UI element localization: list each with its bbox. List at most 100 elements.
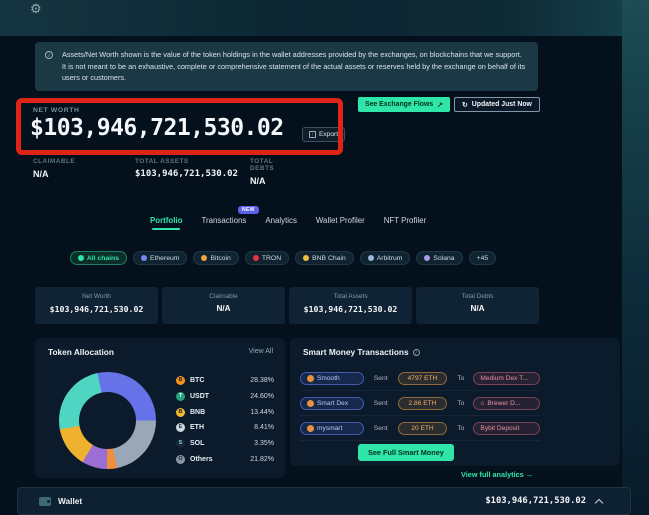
smart-money-title-text: Smart Money Transactions bbox=[303, 347, 409, 357]
chain-icon bbox=[78, 255, 84, 261]
coin-percent: 8.41% bbox=[254, 424, 274, 431]
chain-filter-bar: All chains Ethereum Bitcoin TRON BNB Cha… bbox=[0, 251, 566, 265]
coin-symbol: SOL bbox=[190, 440, 254, 447]
net-worth-value: $103,946,721,530.02 bbox=[30, 115, 284, 141]
chain-label: +45 bbox=[477, 255, 489, 262]
tab[interactable]: Transactions bbox=[201, 216, 246, 230]
chain-filter-pill[interactable]: Ethereum bbox=[133, 251, 187, 265]
legend-row[interactable]: E ETH 8.41% bbox=[176, 420, 274, 436]
see-exchange-flows-button[interactable]: See Exchange Flows ↗ bbox=[358, 97, 450, 112]
gear-icon[interactable]: ⚙ bbox=[30, 1, 42, 17]
chain-filter-pill[interactable]: Solana bbox=[416, 251, 462, 265]
export-label: Export bbox=[319, 131, 338, 138]
amount-tag[interactable]: 20 ETH bbox=[398, 422, 448, 435]
action-text: Sent bbox=[374, 425, 388, 432]
recipient-tag[interactable]: ⌂ Bybit Deposit bbox=[473, 422, 540, 435]
summary-card[interactable]: Net Worth $103,946,721,530.02 bbox=[35, 287, 158, 324]
legend-row[interactable]: S SOL 3.35% bbox=[176, 436, 274, 452]
stat-value: $103,946,721,530.02 bbox=[135, 169, 238, 179]
chain-filter-pill[interactable]: All chains bbox=[70, 251, 127, 265]
stat-label: TOTAL DEBTS bbox=[250, 158, 274, 172]
smart-money-panel: Smart Money Transactionsi Smooth Sent 47… bbox=[290, 338, 620, 466]
summary-card-label: Net Worth bbox=[35, 293, 158, 300]
sender-avatar bbox=[307, 425, 314, 432]
view-all-link[interactable]: View All bbox=[249, 348, 273, 355]
new-badge: NEW bbox=[238, 206, 259, 214]
coin-percent: 24.60% bbox=[250, 393, 274, 400]
sender-tag[interactable]: Smart Dex bbox=[300, 397, 364, 410]
action-text: Sent bbox=[374, 375, 388, 382]
smart-money-row: Smooth Sent 4797 ETH To ⌂ Medium Dex T..… bbox=[300, 366, 540, 391]
legend-row[interactable]: B BTC 28.38% bbox=[176, 373, 274, 389]
view-full-analytics-link[interactable]: View full analytics → bbox=[461, 470, 533, 479]
see-exchange-flows-label: See Exchange Flows bbox=[365, 101, 433, 108]
smart-money-row: Smart Dex Sent 2.86 ETH To ⌂ Brewer D... bbox=[300, 391, 540, 416]
token-allocation-panel: Token Allocation View All B BTC 28.38% T… bbox=[35, 338, 285, 478]
chain-filter-pill[interactable]: TRON bbox=[245, 251, 289, 265]
recipient-name: Medium Dex T... bbox=[480, 375, 528, 382]
legend-row[interactable]: B BNB 13.44% bbox=[176, 404, 274, 420]
sender-tag[interactable]: Smooth bbox=[300, 372, 364, 385]
refresh-button[interactable]: ↻ Updated Just Now bbox=[454, 97, 540, 112]
amount-tag[interactable]: 2.86 ETH bbox=[398, 397, 448, 410]
summary-card-value: N/A bbox=[416, 304, 539, 313]
recipient-tag[interactable]: ⌂ Medium Dex T... bbox=[473, 372, 540, 385]
token-allocation-legend: B BTC 28.38% T USDT 24.60% B BNB 13.44% … bbox=[176, 373, 274, 467]
sender-name: Smooth bbox=[317, 375, 340, 382]
chain-icon bbox=[303, 255, 309, 261]
tab[interactable]: Analytics bbox=[265, 216, 297, 230]
top-background-gradient bbox=[0, 0, 649, 36]
tab[interactable]: Wallet Profiler bbox=[316, 216, 365, 230]
chain-filter-pill[interactable]: +45 bbox=[469, 251, 497, 265]
chain-filter-pill[interactable]: Bitcoin bbox=[193, 251, 238, 265]
stat-label: CLAIMABLE bbox=[33, 158, 75, 165]
see-full-smart-money-button[interactable]: See Full Smart Money bbox=[358, 444, 454, 461]
info-icon: i bbox=[45, 51, 53, 59]
tab-bar: Portfolio Transactions Analytics Wallet Pro… bbox=[150, 216, 426, 230]
legend-row[interactable]: O Others 21.82% bbox=[176, 451, 274, 467]
chain-filter-pill[interactable]: Arbitrum bbox=[360, 251, 411, 265]
coin-symbol: USDT bbox=[190, 393, 250, 400]
tab[interactable]: Portfolio bbox=[150, 216, 182, 230]
summary-card[interactable]: Total Debts N/A bbox=[416, 287, 539, 324]
to-text: To bbox=[457, 425, 464, 432]
house-icon: ⌂ bbox=[480, 400, 484, 407]
sender-tag[interactable]: mysmart bbox=[300, 422, 364, 435]
coin-icon: T bbox=[176, 392, 185, 401]
recipient-name: Brewer D... bbox=[487, 400, 520, 407]
stat-value: N/A bbox=[33, 169, 75, 179]
summary-card[interactable]: Claimable N/A bbox=[162, 287, 285, 324]
export-button[interactable]: ↑ Export bbox=[302, 127, 345, 142]
chain-label: All chains bbox=[87, 255, 119, 262]
header-stat: TOTAL DEBTS N/A bbox=[250, 158, 274, 186]
external-link-icon: ↗ bbox=[437, 101, 443, 109]
to-text: To bbox=[457, 375, 464, 382]
net-worth-label: NET WORTH bbox=[33, 107, 80, 114]
chevron-up-icon[interactable] bbox=[595, 498, 603, 506]
chain-filter-pill[interactable]: BNB Chain bbox=[295, 251, 354, 265]
recipient-name: Bybit Deposit bbox=[480, 425, 519, 432]
chain-icon bbox=[253, 255, 259, 261]
summary-card-value: $103,946,721,530.02 bbox=[289, 304, 412, 314]
coin-icon: E bbox=[176, 423, 185, 432]
token-allocation-donut-chart bbox=[59, 372, 156, 469]
header-stat: TOTAL ASSETS $103,946,721,530.02 bbox=[135, 158, 238, 179]
summary-card[interactable]: Total Assets $103,946,721,530.02 bbox=[289, 287, 412, 324]
wallet-section-bar[interactable]: Wallet $103,946,721,530.02 bbox=[17, 487, 631, 515]
coin-percent: 21.82% bbox=[250, 456, 274, 463]
coin-icon: O bbox=[176, 455, 185, 464]
summary-card-label: Claimable bbox=[162, 293, 285, 300]
sender-name: Smart Dex bbox=[317, 400, 348, 407]
coin-symbol: BNB bbox=[190, 409, 250, 416]
disclaimer-text: Assets/Net Worth shown is the value of t… bbox=[62, 50, 525, 82]
legend-row[interactable]: T USDT 24.60% bbox=[176, 389, 274, 405]
chain-label: BNB Chain bbox=[312, 255, 346, 262]
recipient-tag[interactable]: ⌂ Brewer D... bbox=[473, 397, 540, 410]
amount-tag[interactable]: 4797 ETH bbox=[398, 372, 448, 385]
summary-card-value: $103,946,721,530.02 bbox=[35, 304, 158, 314]
tab[interactable]: NFT Profiler bbox=[384, 216, 426, 230]
refresh-icon: ↻ bbox=[462, 101, 468, 109]
chain-icon bbox=[424, 255, 430, 261]
coin-icon: B bbox=[176, 408, 185, 417]
smart-money-title: Smart Money Transactionsi bbox=[303, 347, 420, 357]
